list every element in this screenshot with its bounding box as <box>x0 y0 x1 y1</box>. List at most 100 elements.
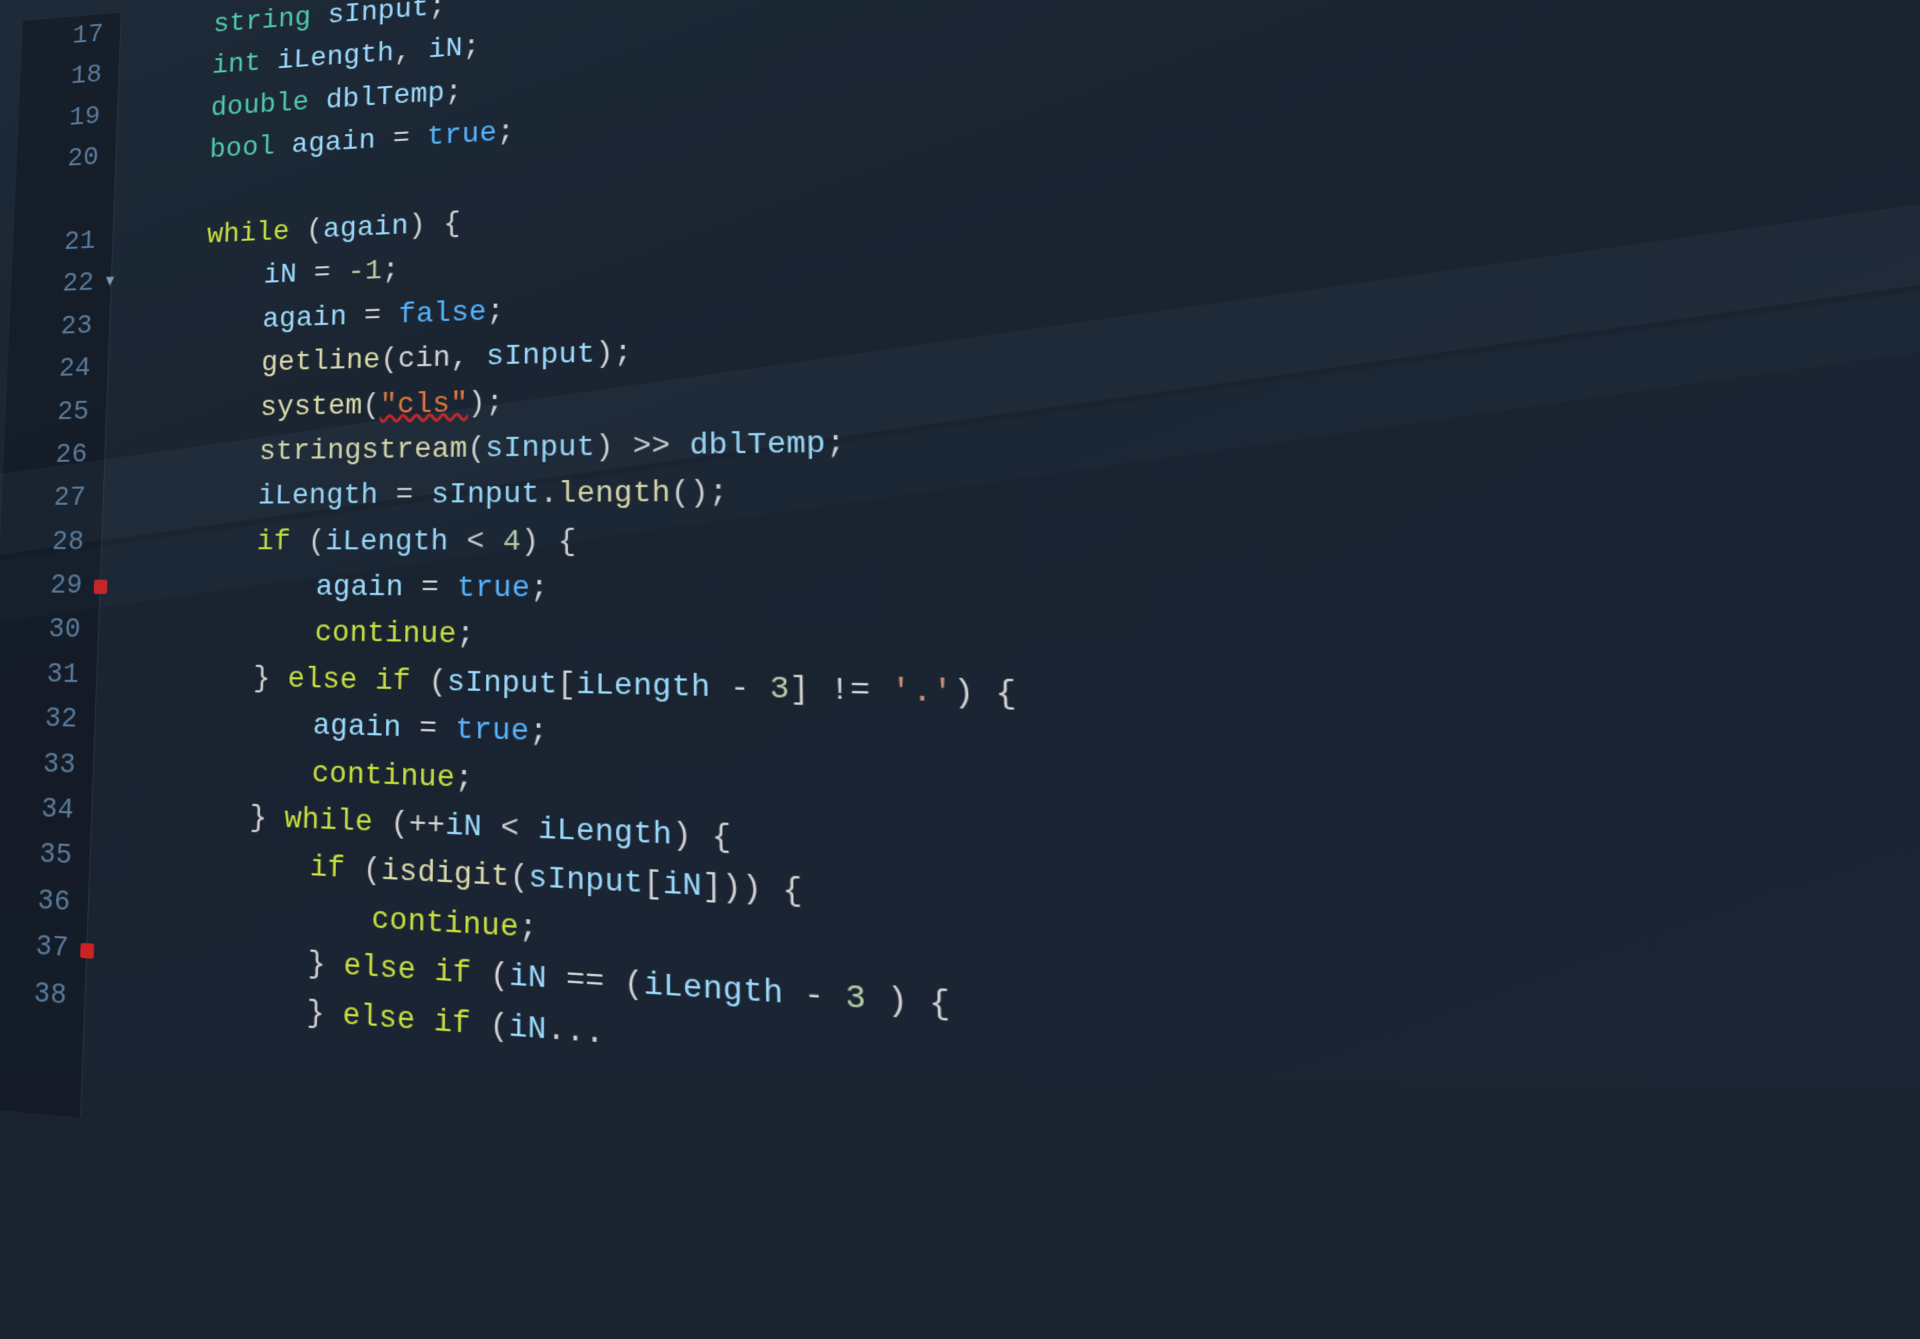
line-number: 22 <box>62 263 95 306</box>
line-number: 36 <box>37 878 72 926</box>
token: continue <box>314 617 456 652</box>
token: . <box>540 478 559 512</box>
token <box>311 1 328 32</box>
token: = <box>403 572 457 606</box>
token: = <box>375 122 427 156</box>
line-number: 25 <box>56 390 90 434</box>
token: iN <box>263 260 297 292</box>
token: sInput <box>431 479 540 513</box>
token: ); <box>595 337 632 371</box>
token: true <box>455 714 529 750</box>
token: ( <box>471 1007 509 1045</box>
line-number: 35 <box>38 833 73 880</box>
token: again <box>291 126 376 162</box>
token: , <box>394 36 429 69</box>
token: ; <box>497 117 515 150</box>
token: ( <box>510 861 529 897</box>
token: true <box>427 118 497 154</box>
line-number: 20 <box>67 137 100 180</box>
token: if <box>309 851 345 887</box>
token: else if <box>343 950 472 993</box>
token: system <box>260 390 363 424</box>
token: again <box>313 710 402 746</box>
token: sInput <box>486 338 595 374</box>
line-number: 38 <box>33 971 68 1020</box>
token: ; <box>455 762 474 797</box>
token: '.' <box>891 674 954 712</box>
token: double <box>210 87 309 124</box>
token: sInput <box>447 666 558 702</box>
token: iN <box>509 1010 547 1049</box>
line-number: 19 <box>68 96 101 139</box>
token: < <box>482 811 538 848</box>
editor-inner: 17181920 2122232425262728293031323334353… <box>0 0 1920 1339</box>
token: - <box>783 976 845 1017</box>
token <box>260 47 277 78</box>
token: ; <box>519 911 538 948</box>
token: = <box>297 257 348 290</box>
token: continue <box>312 757 456 796</box>
line-number: 27 <box>53 477 87 521</box>
token: -1 <box>348 256 383 289</box>
token: ; <box>529 716 548 751</box>
token: ( <box>291 526 326 559</box>
token: while <box>284 803 373 841</box>
token: ; <box>826 427 847 462</box>
token: iLength <box>644 968 784 1014</box>
code-area[interactable]: string sInput; int iLength, iN; double dbl… <box>81 0 1920 1339</box>
token: < <box>448 525 503 558</box>
token <box>309 86 326 118</box>
token: string <box>213 3 311 41</box>
line-number: 26 <box>55 433 89 477</box>
token: length <box>558 477 671 512</box>
token: (); <box>671 477 729 512</box>
token: ) { <box>521 525 577 559</box>
editor-container: 17181920 2122232425262728293031323334353… <box>0 0 1920 1086</box>
token: ( <box>362 390 380 423</box>
token: while <box>207 217 290 252</box>
token: } <box>253 662 288 696</box>
token: } <box>249 802 285 837</box>
token: ; <box>382 255 400 287</box>
token: ) { <box>953 675 1017 713</box>
token: iLength <box>325 526 449 559</box>
token: iLength <box>258 480 379 513</box>
token: ] != <box>789 672 891 710</box>
token: ])) <box>702 870 762 909</box>
token: { <box>762 873 803 912</box>
token: - <box>710 671 770 708</box>
line-number: 21 <box>63 221 96 264</box>
token: else if <box>342 998 471 1043</box>
token: again <box>315 571 403 605</box>
token: continue <box>371 903 519 946</box>
token: ... <box>547 1012 605 1052</box>
token: ); <box>468 387 504 420</box>
token: 4 <box>503 525 522 559</box>
line-number: 31 <box>46 653 80 698</box>
token: ) { <box>408 208 461 242</box>
token: "cls" <box>380 388 469 422</box>
token: getline <box>261 345 381 380</box>
token: } <box>306 996 343 1033</box>
token: [ <box>643 867 663 904</box>
token: ; <box>429 0 447 24</box>
token: ( <box>411 665 447 700</box>
line-number: 34 <box>40 787 75 834</box>
token: iN <box>663 868 703 906</box>
token: ; <box>463 32 481 64</box>
token: again <box>262 301 347 335</box>
line-number: 29 <box>49 564 83 608</box>
token: ) { <box>672 818 731 856</box>
token: = <box>401 712 456 748</box>
token: == ( <box>547 962 644 1004</box>
line-number: 33 <box>42 742 77 788</box>
token: iN <box>509 960 547 998</box>
token: dblTemp <box>326 78 446 117</box>
token: [ <box>557 668 576 703</box>
line-number: 28 <box>51 520 85 564</box>
line-number: 24 <box>58 347 92 391</box>
line-number: 17 <box>72 14 105 57</box>
token: } <box>307 947 343 984</box>
token: int <box>212 49 261 82</box>
line-number: 23 <box>60 305 94 349</box>
